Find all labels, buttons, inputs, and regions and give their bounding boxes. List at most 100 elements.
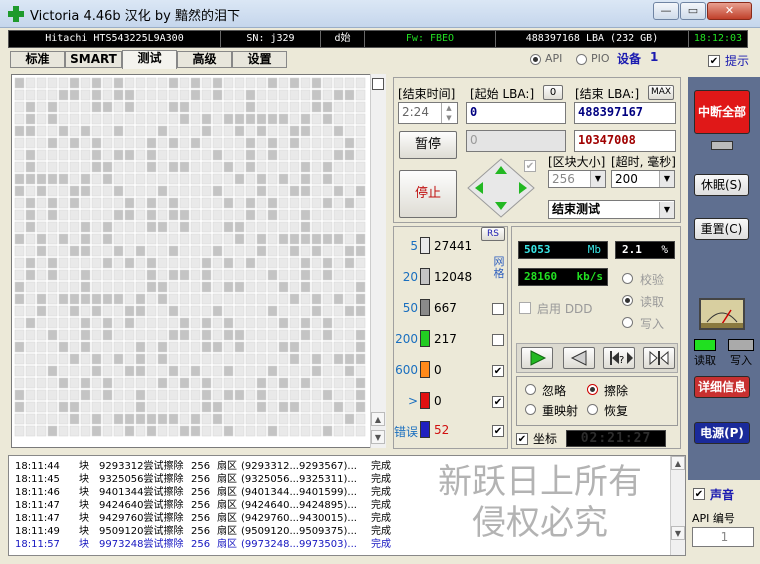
scan-block bbox=[333, 173, 344, 185]
scan-block bbox=[256, 329, 267, 341]
minimize-button[interactable]: — bbox=[653, 2, 679, 20]
api-radio[interactable] bbox=[530, 54, 541, 65]
legend-checkbox-6[interactable]: ✔ bbox=[492, 425, 504, 437]
scan-block bbox=[223, 425, 234, 437]
break-all-button[interactable]: 中断全部 bbox=[694, 90, 750, 134]
close-button[interactable]: ✕ bbox=[707, 2, 752, 20]
scan-block bbox=[124, 425, 135, 437]
pio-radio[interactable] bbox=[576, 54, 587, 65]
scan-block bbox=[278, 101, 289, 113]
direction-checkbox[interactable]: ✔ bbox=[524, 160, 536, 172]
scan-block bbox=[223, 173, 234, 185]
scan-block bbox=[102, 269, 113, 281]
tab-advanced[interactable]: 高级 bbox=[177, 51, 232, 68]
sound-checkbox[interactable]: ✔ bbox=[693, 488, 705, 500]
scan-block bbox=[256, 125, 267, 137]
scan-block bbox=[212, 329, 223, 341]
legend-checkbox-2[interactable] bbox=[492, 303, 504, 315]
scan-block bbox=[223, 317, 234, 329]
rs-button[interactable]: RS bbox=[481, 227, 505, 241]
tab-standard[interactable]: 标准 bbox=[10, 51, 65, 68]
verify-radio[interactable] bbox=[622, 273, 633, 284]
scan-block bbox=[80, 149, 91, 161]
ignore-radio[interactable] bbox=[525, 384, 536, 395]
step-button[interactable]: ? bbox=[603, 347, 635, 369]
scan-block bbox=[168, 209, 179, 221]
scan-block bbox=[135, 305, 146, 317]
scan-block bbox=[69, 89, 80, 101]
power-button[interactable]: 电源(P) bbox=[694, 422, 750, 444]
scan-block bbox=[190, 341, 201, 353]
device-number[interactable]: 1 bbox=[650, 50, 658, 64]
details-button[interactable]: 详细信息 bbox=[694, 376, 750, 398]
scan-block bbox=[289, 425, 300, 437]
scan-block bbox=[212, 233, 223, 245]
hint-checkbox[interactable]: ✔ bbox=[708, 55, 720, 67]
scan-block bbox=[124, 173, 135, 185]
ddd-checkbox[interactable] bbox=[519, 302, 531, 314]
tab-smart[interactable]: SMART bbox=[65, 51, 122, 68]
stop-button[interactable]: 停止 bbox=[399, 170, 457, 218]
start-lba-zero-button[interactable]: 0 bbox=[543, 85, 563, 100]
scan-block bbox=[157, 245, 168, 257]
sleep-button[interactable]: 休眠(S) bbox=[694, 174, 749, 196]
scan-block bbox=[201, 401, 212, 413]
scan-block bbox=[113, 209, 124, 221]
pause-button[interactable]: 暂停 bbox=[399, 131, 457, 159]
scan-block bbox=[113, 413, 124, 425]
scan-block bbox=[355, 329, 366, 341]
tab-settings[interactable]: 设置 bbox=[232, 51, 287, 68]
restore-button[interactable]: ▭ bbox=[680, 2, 706, 20]
block-size-dropdown-icon[interactable]: ▼ bbox=[590, 171, 605, 187]
scan-block bbox=[168, 341, 179, 353]
scan-block bbox=[124, 233, 135, 245]
log-scroll-down-arrow[interactable]: ▼ bbox=[671, 526, 685, 540]
scan-block bbox=[223, 221, 234, 233]
end-action-dropdown-icon[interactable]: ▼ bbox=[659, 202, 674, 218]
timeout-label: [超时, 毫秒] bbox=[611, 155, 676, 169]
scan-block bbox=[223, 389, 234, 401]
legend-checkbox-5[interactable]: ✔ bbox=[492, 396, 504, 408]
write-radio[interactable] bbox=[622, 317, 633, 328]
log-scrollbar[interactable]: ▲ ▼ bbox=[670, 456, 685, 555]
scan-block bbox=[14, 365, 25, 377]
end-lba-max-button[interactable]: MAX bbox=[648, 85, 674, 100]
timeout-dropdown-icon[interactable]: ▼ bbox=[659, 171, 674, 187]
api-number-spinner[interactable]: 1 bbox=[692, 527, 754, 547]
play-button[interactable] bbox=[521, 347, 553, 369]
restore-radio[interactable] bbox=[587, 404, 598, 415]
end-action-combo[interactable]: 结束测试 bbox=[548, 200, 675, 219]
scan-block bbox=[113, 269, 124, 281]
scan-block bbox=[157, 269, 168, 281]
end-time-spinner[interactable]: ▲ ▼ bbox=[441, 103, 456, 123]
end-lba-input[interactable]: 488397167 bbox=[574, 102, 676, 124]
start-lba-input[interactable]: 0 bbox=[466, 102, 566, 124]
remap-radio[interactable] bbox=[525, 404, 536, 415]
log-area: 扇区 bbox=[217, 539, 237, 550]
scan-block bbox=[212, 293, 223, 305]
scan-block bbox=[223, 341, 234, 353]
scan-block bbox=[69, 377, 80, 389]
tab-test[interactable]: 测试 bbox=[122, 50, 177, 69]
legend-checkbox-3[interactable] bbox=[492, 334, 504, 346]
scan-block bbox=[300, 341, 311, 353]
scan-block bbox=[146, 305, 157, 317]
legend-checkbox-4[interactable]: ✔ bbox=[492, 365, 504, 377]
coords-checkbox[interactable]: ✔ bbox=[516, 433, 528, 445]
scan-block bbox=[113, 305, 124, 317]
scan-block bbox=[322, 293, 333, 305]
scan-block bbox=[47, 257, 58, 269]
reset-button[interactable]: 重置(C) bbox=[694, 218, 749, 240]
scan-block bbox=[190, 293, 201, 305]
end-button[interactable] bbox=[643, 347, 675, 369]
rewind-button[interactable] bbox=[563, 347, 595, 369]
scroll-thumb[interactable] bbox=[372, 78, 384, 90]
read-radio[interactable] bbox=[622, 295, 633, 306]
erase-radio[interactable] bbox=[587, 384, 598, 395]
grid-scrollbar[interactable]: ▲ ▼ bbox=[370, 74, 386, 448]
scroll-down-arrow[interactable]: ▼ bbox=[371, 430, 385, 444]
log-scroll-up-arrow[interactable]: ▲ bbox=[671, 456, 685, 470]
scan-block bbox=[234, 401, 245, 413]
scroll-up-arrow[interactable]: ▲ bbox=[371, 412, 385, 426]
scan-block bbox=[91, 185, 102, 197]
